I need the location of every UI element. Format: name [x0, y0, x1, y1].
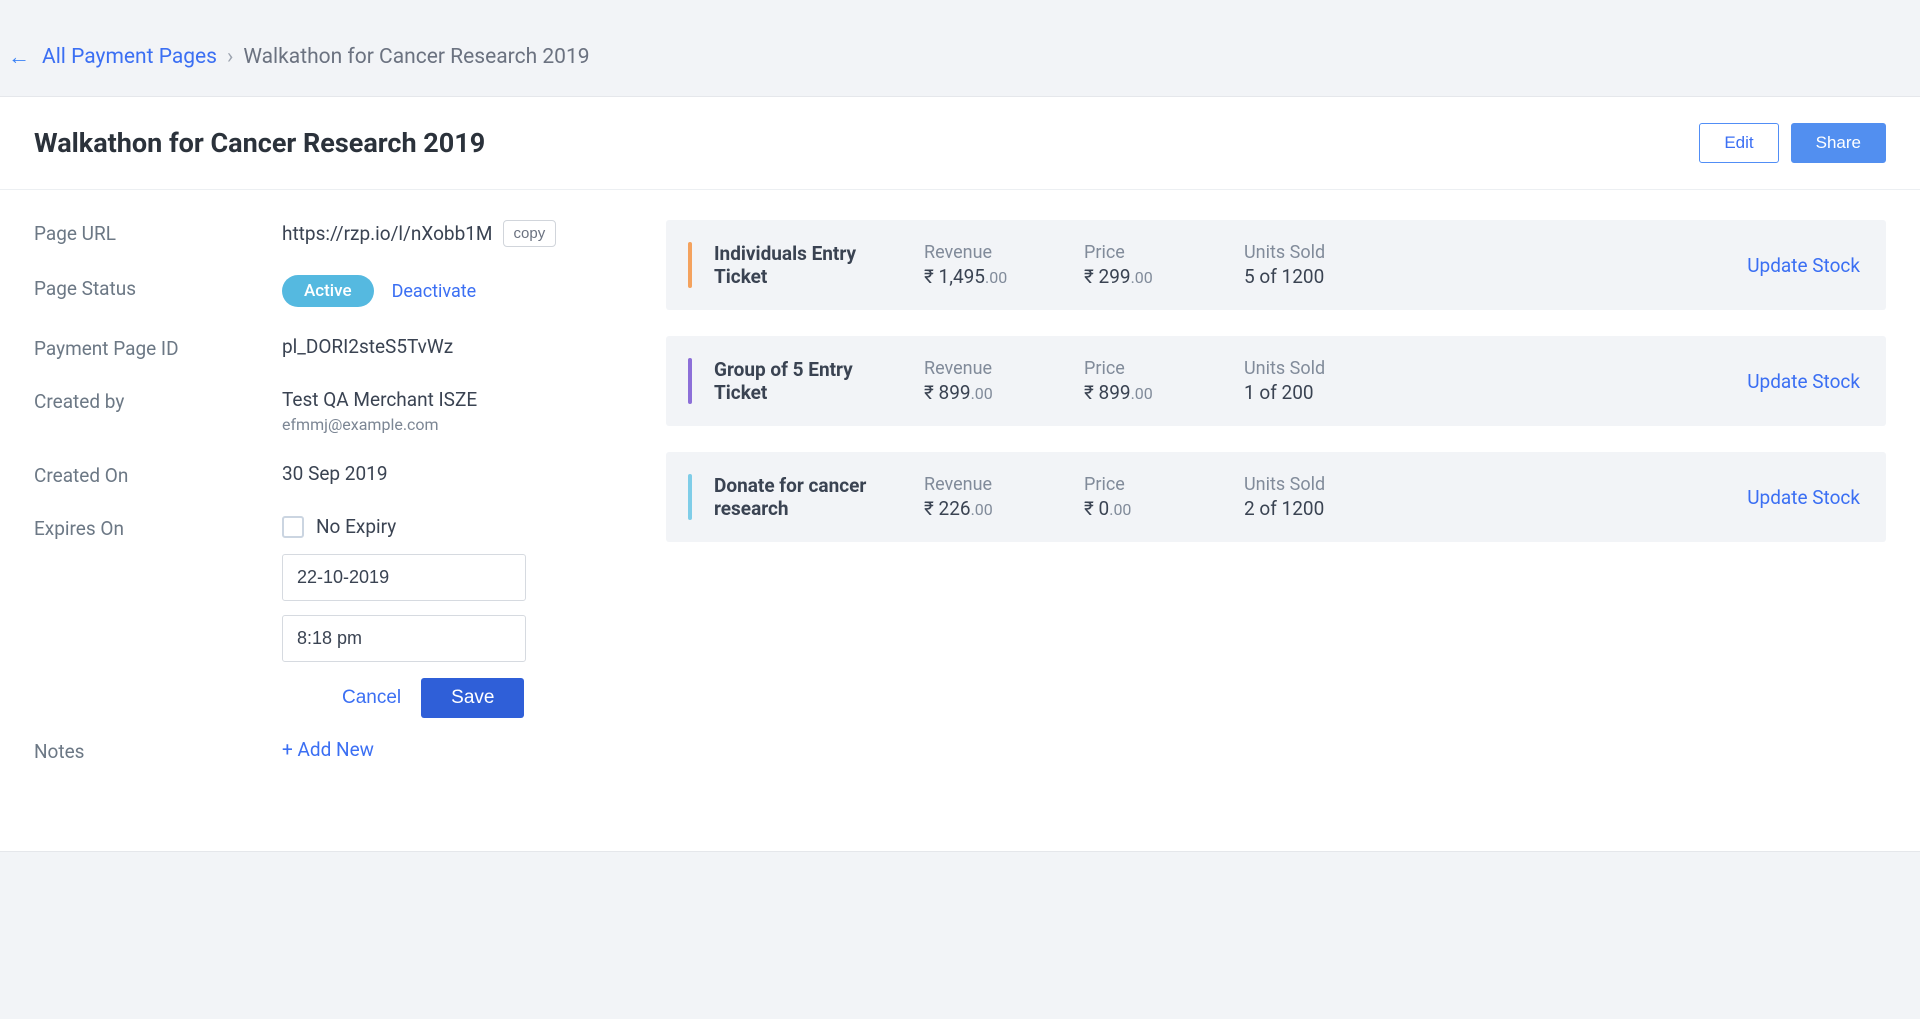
created-on-label: Created On	[34, 462, 282, 487]
expiry-time-input[interactable]	[283, 616, 526, 661]
save-button[interactable]: Save	[421, 678, 524, 718]
details-panel: Walkathon for Cancer Research 2019 Edit …	[0, 96, 1920, 852]
price-value: ₹ 0	[1084, 497, 1109, 520]
price-label: Price	[1084, 242, 1244, 263]
revenue-decimal: .00	[985, 268, 1007, 287]
deactivate-link[interactable]: Deactivate	[392, 281, 477, 302]
item-stripe	[688, 242, 692, 288]
page-url-label: Page URL	[34, 220, 282, 245]
price-decimal: .00	[1109, 500, 1131, 519]
revenue-value: ₹ 226	[924, 497, 971, 520]
units-sold-label: Units Sold	[1244, 474, 1404, 495]
revenue-value: ₹ 899	[924, 381, 971, 404]
breadcrumb-current: Walkathon for Cancer Research 2019	[243, 45, 589, 69]
add-note-link[interactable]: + Add New	[282, 738, 374, 761]
units-sold-value: 2 of 1200	[1244, 497, 1404, 520]
created-by-name: Test QA Merchant ISZE	[282, 388, 634, 411]
cancel-button[interactable]: Cancel	[342, 687, 401, 709]
expiry-date-input[interactable]	[283, 555, 526, 600]
copy-url-button[interactable]: copy	[503, 220, 557, 247]
item-name: Group of 5 Entry Ticket	[714, 358, 924, 404]
update-stock-link[interactable]: Update Stock	[1747, 370, 1860, 393]
item-stripe	[688, 358, 692, 404]
created-by-email: efmmj@example.com	[282, 415, 634, 434]
price-value: ₹ 299	[1084, 265, 1131, 288]
item-card: Group of 5 Entry TicketRevenue₹ 899.00Pr…	[666, 336, 1886, 426]
edit-button[interactable]: Edit	[1699, 123, 1778, 163]
revenue-value: ₹ 1,495	[924, 265, 985, 288]
price-value: ₹ 899	[1084, 381, 1131, 404]
page-status-label: Page Status	[34, 275, 282, 300]
price-decimal: .00	[1131, 268, 1153, 287]
payment-page-id-label: Payment Page ID	[34, 335, 282, 360]
item-card: Individuals Entry TicketRevenue₹ 1,495.0…	[666, 220, 1886, 310]
revenue-decimal: .00	[971, 384, 993, 403]
no-expiry-label: No Expiry	[316, 515, 396, 538]
units-sold-value: 5 of 1200	[1244, 265, 1404, 288]
units-sold-value: 1 of 200	[1244, 381, 1404, 404]
units-sold-label: Units Sold	[1244, 358, 1404, 379]
payment-page-id-value: pl_DORI2steS5TvWz	[282, 335, 634, 358]
notes-label: Notes	[34, 738, 282, 763]
share-button[interactable]: Share	[1791, 123, 1886, 163]
item-stripe	[688, 474, 692, 520]
page-url-value: https://rzp.io/l/nXobb1M	[282, 222, 493, 245]
expires-on-label: Expires On	[34, 515, 282, 540]
revenue-label: Revenue	[924, 242, 1084, 263]
revenue-label: Revenue	[924, 474, 1084, 495]
back-arrow-icon[interactable]: ←	[8, 44, 30, 70]
price-decimal: .00	[1131, 384, 1153, 403]
breadcrumb: ← All Payment Pages › Walkathon for Canc…	[0, 0, 1920, 88]
revenue-label: Revenue	[924, 358, 1084, 379]
item-card: Donate for cancer researchRevenue₹ 226.0…	[666, 452, 1886, 542]
chevron-right-icon: ›	[227, 45, 233, 69]
breadcrumb-root-link[interactable]: All Payment Pages	[42, 45, 217, 69]
status-badge: Active	[282, 275, 374, 307]
no-expiry-checkbox[interactable]	[282, 516, 304, 538]
price-label: Price	[1084, 474, 1244, 495]
created-by-label: Created by	[34, 388, 282, 413]
update-stock-link[interactable]: Update Stock	[1747, 254, 1860, 277]
page-title: Walkathon for Cancer Research 2019	[34, 127, 485, 159]
created-on-value: 30 Sep 2019	[282, 462, 634, 485]
price-label: Price	[1084, 358, 1244, 379]
update-stock-link[interactable]: Update Stock	[1747, 486, 1860, 509]
revenue-decimal: .00	[971, 500, 993, 519]
item-name: Donate for cancer research	[714, 474, 924, 520]
item-name: Individuals Entry Ticket	[714, 242, 924, 288]
units-sold-label: Units Sold	[1244, 242, 1404, 263]
